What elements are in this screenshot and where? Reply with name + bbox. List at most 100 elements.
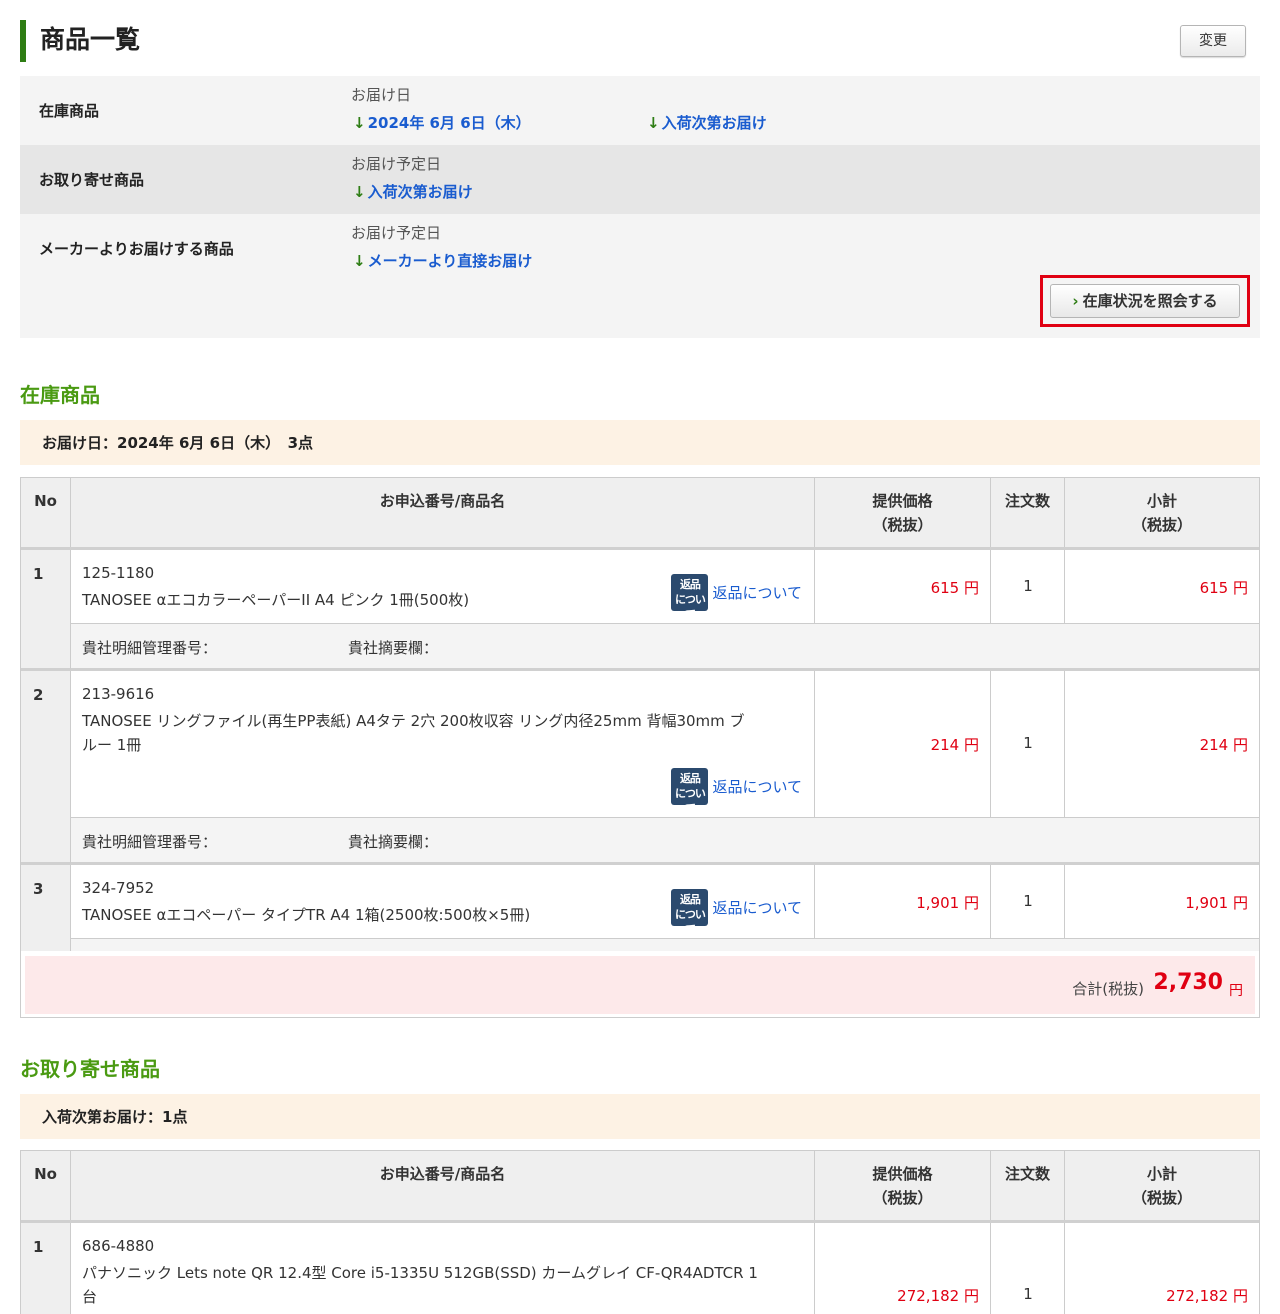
item-main-row: 213-9616 TANOSEE リングファイル(再生PP表紙) A4タテ 2穴…	[71, 671, 1259, 818]
row-number: 2	[21, 671, 71, 865]
item-qty-cell: 1	[991, 865, 1065, 938]
item-name-cell: 213-9616 TANOSEE リングファイル(再生PP表紙) A4タテ 2穴…	[71, 671, 815, 817]
item-main-row: 686-4880 パナソニック Lets note QR 12.4型 Core …	[71, 1223, 1259, 1314]
down-arrow-icon: ↓	[647, 114, 660, 132]
item-price: 272,182 円	[897, 1285, 979, 1306]
return-info-link[interactable]: 返品 について 返品について	[671, 574, 802, 621]
item-price: 1,901 円	[916, 892, 979, 913]
item-subtotal-cell: 272,182 円	[1065, 1223, 1259, 1314]
yen-unit: 円	[1232, 894, 1248, 912]
delivery-row-label: 在庫商品	[39, 102, 100, 120]
change-button[interactable]: 変更	[1180, 25, 1246, 57]
item-code: 324-7952	[82, 879, 155, 897]
table-row: 2 213-9616 TANOSEE リングファイル(再生PP表紙) A4タテ …	[21, 671, 1259, 865]
delivery-date-link-label: 2024年 6月 6日（木）	[367, 114, 531, 132]
item-subtotal: 1,901 円	[1185, 892, 1248, 913]
memo-remarks: 貴社摘要欄：	[348, 639, 439, 657]
return-badge-icon: 返品 について	[671, 574, 709, 621]
title-accent-bar	[20, 20, 26, 62]
stock-button-highlight: › 在庫状況を照会する	[1040, 275, 1250, 327]
header-product-name: お申込番号/商品名	[71, 478, 815, 547]
item-subtotal: 214 円	[1200, 734, 1248, 755]
item-subtotal-value: 615	[1199, 579, 1229, 597]
return-badge-text: 返品	[679, 772, 701, 785]
item-name-line: TANOSEE リングファイル(再生PP表紙) A4タテ 2穴 200枚収容 リ…	[82, 712, 745, 730]
down-arrow-icon: ↓	[353, 183, 366, 201]
total-value: 2,730	[1153, 970, 1223, 995]
item-subtotal-cell: 615 円	[1065, 550, 1259, 623]
return-link-label: 返品について	[712, 584, 802, 602]
yen-unit: 円	[1232, 736, 1248, 754]
delivery-backorder-link-label: 入荷次第お届け	[367, 183, 473, 201]
delivery-row-stock: 在庫商品 お届け日 ↓ 2024年 6月 6日（木） ↓ 入荷次第お届け	[20, 76, 1260, 145]
delivery-backorder-link[interactable]: ↓ 入荷次第お届け	[353, 181, 473, 202]
item-subtotal-cell: 1,901 円	[1065, 865, 1259, 938]
return-badge-icon: 返品 について	[671, 768, 709, 815]
header-price-l2: （税抜）	[872, 1189, 933, 1207]
stock-summary-bar: お届け日：2024年 6月 6日（木） 3点	[20, 420, 1260, 465]
delivery-maker-link[interactable]: ↓ メーカーより直接お届け	[353, 250, 532, 271]
item-subtotal-value: 214	[1199, 736, 1229, 754]
delivery-backorder-link[interactable]: ↓ 入荷次第お届け	[647, 112, 767, 133]
item-name-line: パナソニック Lets note QR 12.4型 Core i5-1335U …	[82, 1264, 758, 1282]
return-badge-text: 返品	[679, 893, 701, 906]
item-name-cell: 125-1180 TANOSEE αエコカラーペーパーII A4 ピンク 1冊(…	[71, 550, 815, 623]
yen-unit: 円	[1232, 579, 1248, 597]
memo-management-no: 貴社明細管理番号：	[82, 639, 218, 657]
item-qty: 1	[1023, 892, 1033, 910]
header-qty: 注文数	[991, 478, 1065, 547]
item-name-line: ルー 1冊	[82, 736, 142, 754]
table-header: No お申込番号/商品名 提供価格 （税抜） 注文数 小計 （税抜）	[21, 1151, 1259, 1223]
total-row: 合計(税抜) 2,730 円	[25, 956, 1255, 1014]
item-price-value: 1,901	[916, 894, 960, 912]
item-code: 125-1180	[82, 564, 155, 582]
row-number: 1	[21, 1223, 71, 1314]
item-price: 615 円	[931, 577, 979, 598]
row-number: 1	[21, 550, 71, 671]
item-qty: 1	[1023, 1285, 1033, 1303]
table-row: 3 324-7952 TANOSEE αエコペーパー タイプTR A4 1箱(2…	[21, 865, 1259, 951]
header-price-l1: 提供価格	[872, 492, 933, 510]
item-qty-cell: 1	[991, 550, 1065, 623]
return-link-label: 返品について	[712, 899, 802, 917]
item-price-cell: 1,901 円	[815, 865, 991, 938]
delivery-date-caption: お届け予定日	[351, 224, 442, 242]
header-subtotal-l1: 小計	[1146, 492, 1177, 510]
table-header: No お申込番号/商品名 提供価格 （税抜） 注文数 小計 （税抜）	[21, 478, 1259, 550]
return-link-label: 返品について	[712, 778, 802, 796]
header-product-name: お申込番号/商品名	[71, 1151, 815, 1220]
header-subtotal-l2: （税抜）	[1131, 516, 1192, 534]
memo-remarks: 貴社摘要欄：	[348, 833, 439, 851]
header-price: 提供価格 （税抜）	[815, 478, 991, 547]
item-price-value: 214	[930, 736, 960, 754]
order-items-table: No お申込番号/商品名 提供価格 （税抜） 注文数 小計 （税抜） 1 686-4…	[20, 1150, 1260, 1314]
item-code: 213-9616	[82, 685, 155, 703]
item-price-cell: 615 円	[815, 550, 991, 623]
header-price: 提供価格 （税抜）	[815, 1151, 991, 1220]
delivery-date-link[interactable]: ↓ 2024年 6月 6日（木）	[353, 112, 531, 133]
return-badge-text: 返品	[679, 578, 701, 591]
delivery-maker-link-label: メーカーより直接お届け	[367, 252, 533, 270]
order-summary-text: 入荷次第お届け：1点	[42, 1108, 188, 1126]
memo-management-no: 貴社明細管理番号：	[82, 833, 218, 851]
delivery-row-label: お取り寄せ商品	[39, 171, 145, 189]
item-name-line: 台	[82, 1288, 98, 1306]
stock-inquiry-button[interactable]: › 在庫状況を照会する	[1050, 284, 1240, 318]
item-name: TANOSEE リングファイル(再生PP表紙) A4タテ 2穴 200枚収容 リ…	[82, 709, 812, 757]
table-row: 1 686-4880 パナソニック Lets note QR 12.4型 Cor…	[21, 1223, 1259, 1314]
delivery-row-label: メーカーよりお届けする商品	[39, 240, 234, 258]
return-badge-icon: 返品 について	[671, 889, 709, 936]
total-label: 合計(税抜)	[1072, 980, 1144, 998]
section-title-stock: 在庫商品	[20, 383, 100, 407]
return-info-link[interactable]: 返品 について 返品について	[671, 889, 802, 936]
item-subtotal: 615 円	[1200, 577, 1248, 598]
item-name-cell: 686-4880 パナソニック Lets note QR 12.4型 Core …	[71, 1223, 815, 1314]
section-title-order: お取り寄せ商品	[20, 1057, 160, 1081]
return-info-link[interactable]: 返品 について 返品について	[671, 768, 802, 815]
item-main-row: 324-7952 TANOSEE αエコペーパー タイプTR A4 1箱(250…	[71, 865, 1259, 939]
down-arrow-icon: ↓	[353, 252, 366, 270]
item-memo-row: 貴社明細管理番号： 貴社摘要欄：	[71, 818, 1259, 865]
yen-unit: 円	[1232, 1287, 1248, 1305]
header-subtotal-l1: 小計	[1146, 1165, 1177, 1183]
header-qty: 注文数	[991, 1151, 1065, 1220]
